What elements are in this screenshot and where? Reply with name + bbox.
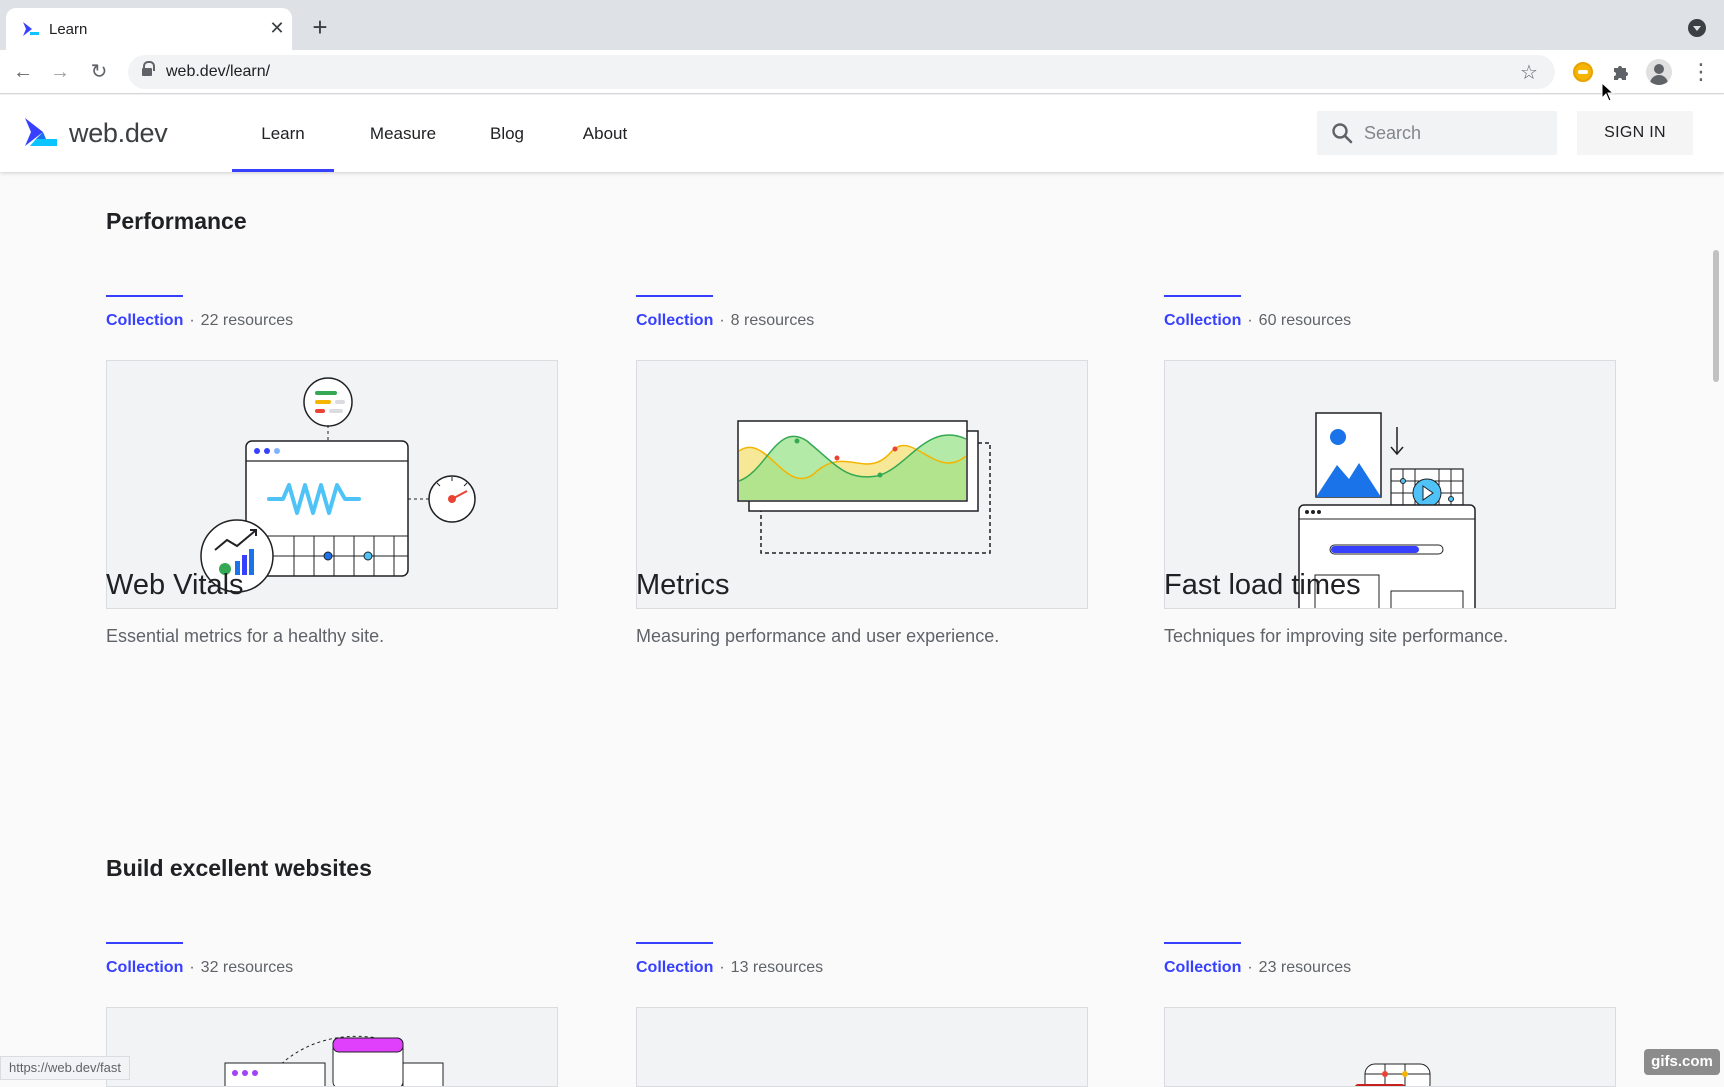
- bookmark-star-icon[interactable]: ☆: [1520, 60, 1538, 85]
- card-accent-rule: [1164, 942, 1241, 944]
- card-type-label[interactable]: Collection: [636, 959, 713, 976]
- card-illustration[interactable]: [1164, 1007, 1616, 1087]
- tab-title: Learn: [49, 21, 88, 38]
- site-header: web.dev Learn Measure Blog About Search …: [0, 95, 1724, 172]
- card-type-label[interactable]: Collection: [1164, 959, 1241, 976]
- nav-measure[interactable]: Measure: [352, 95, 454, 172]
- build-illustration-icon: [224, 1035, 444, 1086]
- card-accent-rule: [106, 942, 183, 944]
- card-accent-rule: [1164, 295, 1241, 297]
- site-logo[interactable]: web.dev: [24, 117, 184, 151]
- card-accent-rule: [636, 295, 713, 297]
- card-description: Measuring performance and user experienc…: [636, 626, 1000, 646]
- card-illustration[interactable]: [636, 1007, 1088, 1087]
- search-icon: [1332, 123, 1353, 144]
- card-resource-count: 32 resources: [200, 959, 294, 976]
- status-bar-url: https://web.dev/fast: [0, 1056, 131, 1080]
- section-title-performance: Performance: [106, 208, 247, 234]
- card-type-label[interactable]: Collection: [106, 312, 183, 329]
- build-illustration-icon: [1355, 1063, 1431, 1086]
- card-description: Techniques for improving site performanc…: [1164, 626, 1509, 646]
- card-meta: Collection · 60 resources: [1164, 312, 1352, 329]
- card-resource-count: 60 resources: [1258, 312, 1352, 329]
- extension-coin-icon[interactable]: [1573, 62, 1593, 82]
- logo-text: web.dev: [69, 118, 168, 148]
- card-meta: Collection · 22 resources: [106, 312, 294, 329]
- card-title[interactable]: Web Vitals: [106, 569, 244, 602]
- browser-menu-icon[interactable]: ⋮: [1690, 59, 1712, 85]
- nav-learn[interactable]: Learn: [232, 95, 334, 172]
- card-meta: Collection · 8 resources: [636, 312, 815, 329]
- card-resource-count: 13 resources: [730, 959, 824, 976]
- card-meta: Collection · 23 resources: [1164, 959, 1352, 976]
- sign-in-button[interactable]: SIGN IN: [1577, 111, 1693, 155]
- tab-close-icon[interactable]: ✕: [266, 17, 288, 39]
- search-placeholder: Search: [1364, 123, 1422, 143]
- card-illustration[interactable]: [106, 1007, 558, 1087]
- webdev-logo-icon: [25, 118, 57, 146]
- card-meta: Collection · 32 resources: [106, 959, 294, 976]
- section-title-build-excellent-websites: Build excellent websites: [106, 855, 372, 881]
- mouse-cursor-icon: [1601, 82, 1615, 102]
- card-type-label[interactable]: Collection: [636, 312, 713, 329]
- url-text: web.dev/learn/: [166, 63, 271, 80]
- card-meta: Collection · 13 resources: [636, 959, 824, 976]
- search-input[interactable]: Search: [1317, 111, 1557, 155]
- nav-blog[interactable]: Blog: [474, 95, 540, 172]
- profile-avatar-icon[interactable]: [1646, 59, 1672, 85]
- webdev-favicon-icon: [23, 22, 39, 36]
- watermark-badge: gifs.com: [1644, 1049, 1720, 1075]
- card-title[interactable]: Fast load times: [1164, 569, 1361, 602]
- card-description: Essential metrics for a healthy site.: [106, 626, 385, 646]
- back-arrow-icon[interactable]: ←: [10, 59, 36, 85]
- extensions-puzzle-icon[interactable]: [1611, 62, 1631, 82]
- reload-icon[interactable]: ↻: [86, 59, 112, 85]
- tab-search-icon[interactable]: [1688, 19, 1706, 37]
- card-resource-count: 22 resources: [200, 312, 294, 329]
- browser-tab-learn[interactable]: Learn ✕: [6, 8, 292, 50]
- nav-about[interactable]: About: [570, 95, 640, 172]
- address-bar[interactable]: web.dev/learn/ ☆: [128, 55, 1555, 89]
- page-scrollbar[interactable]: [1713, 250, 1719, 382]
- card-accent-rule: [106, 295, 183, 297]
- card-title[interactable]: Metrics: [636, 569, 729, 602]
- browser-tabstrip: Learn ✕ +: [0, 0, 1724, 50]
- browser-toolbar: ← → ↻ web.dev/learn/ ☆ ⋮: [0, 50, 1724, 94]
- card-accent-rule: [636, 942, 713, 944]
- new-tab-icon[interactable]: +: [306, 14, 334, 42]
- lock-icon: [142, 61, 155, 78]
- card-resource-count: 23 resources: [1258, 959, 1352, 976]
- forward-arrow-icon[interactable]: →: [47, 59, 73, 85]
- card-type-label[interactable]: Collection: [106, 959, 183, 976]
- card-resource-count: 8 resources: [730, 312, 815, 329]
- card-type-label[interactable]: Collection: [1164, 312, 1241, 329]
